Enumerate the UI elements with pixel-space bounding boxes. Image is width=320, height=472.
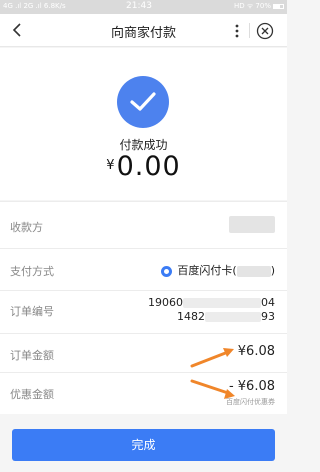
redacted-block <box>229 216 275 233</box>
order-number-line2-start: 1482 <box>177 310 205 323</box>
order-number-line1: 19060 04 <box>148 296 275 310</box>
close-circle-icon <box>256 22 274 40</box>
discount-value: - ¥6.08 <box>228 379 275 394</box>
order-number-line1-start: 19060 <box>148 296 183 309</box>
status-bar: 4G .ıl 2G .ıl 6.8K/s 21:43 HD ᯤ 70% <box>0 0 287 14</box>
battery-icon <box>273 3 284 9</box>
more-vertical-icon <box>235 24 239 38</box>
payment-amount: ¥0.00 <box>0 151 287 182</box>
order-number-label: 订单编号 <box>10 305 54 318</box>
order-number-line2: 1482 93 <box>148 310 275 324</box>
payee-label: 收款方 <box>10 221 43 234</box>
order-amount-row: 订单金额 ¥6.08 <box>0 333 287 372</box>
paren-close: ) <box>270 264 275 277</box>
order-number-row: 订单编号 19060 04 1482 93 <box>0 290 287 333</box>
redacted-block <box>205 312 261 322</box>
payment-method-label: 支付方式 <box>10 265 54 278</box>
order-number-value: 19060 04 1482 93 <box>148 296 275 324</box>
payee-row: 收款方 <box>0 201 287 248</box>
payee-value-redacted <box>229 216 275 233</box>
network-status: 4G .ıl 2G .ıl 6.8K/s <box>3 2 66 10</box>
annotation-arrow-icon <box>190 348 234 368</box>
payment-method-value: 百度闪付卡() <box>161 262 275 278</box>
order-amount-label: 订单金额 <box>10 349 54 362</box>
discount-note: 百度闪付优惠券 <box>226 398 275 406</box>
currency-symbol: ¥ <box>106 158 115 173</box>
order-number-line2-end: 93 <box>261 310 275 323</box>
status-right: HD ᯤ 70% <box>234 2 284 11</box>
discount-label: 优惠金额 <box>10 388 54 401</box>
status-right-text: HD ᯤ 70% <box>233 2 271 10</box>
payment-result-panel: 付款成功 ¥0.00 <box>0 48 287 200</box>
nav-bar: 向商家付款 <box>0 14 287 47</box>
redacted-block <box>183 298 261 308</box>
more-button[interactable] <box>232 23 242 39</box>
capsule-divider <box>249 23 250 38</box>
amount-value: 0.00 <box>116 151 181 182</box>
order-amount-value: ¥6.08 <box>237 344 275 359</box>
discount-row: 优惠金额 - ¥6.08 百度闪付优惠券 <box>0 372 287 414</box>
baidu-paw-icon <box>161 265 173 277</box>
close-button[interactable] <box>255 21 275 41</box>
status-time: 21:43 <box>126 1 152 11</box>
order-number-line1-end: 04 <box>261 296 275 309</box>
redacted-block <box>236 265 271 277</box>
done-button[interactable]: 完成 <box>12 429 275 461</box>
mini-app-capsule <box>222 20 278 42</box>
payment-method-text: 百度闪付卡 <box>177 264 233 277</box>
success-check-icon <box>117 76 169 128</box>
payment-method-row: 支付方式 百度闪付卡() <box>0 248 287 290</box>
